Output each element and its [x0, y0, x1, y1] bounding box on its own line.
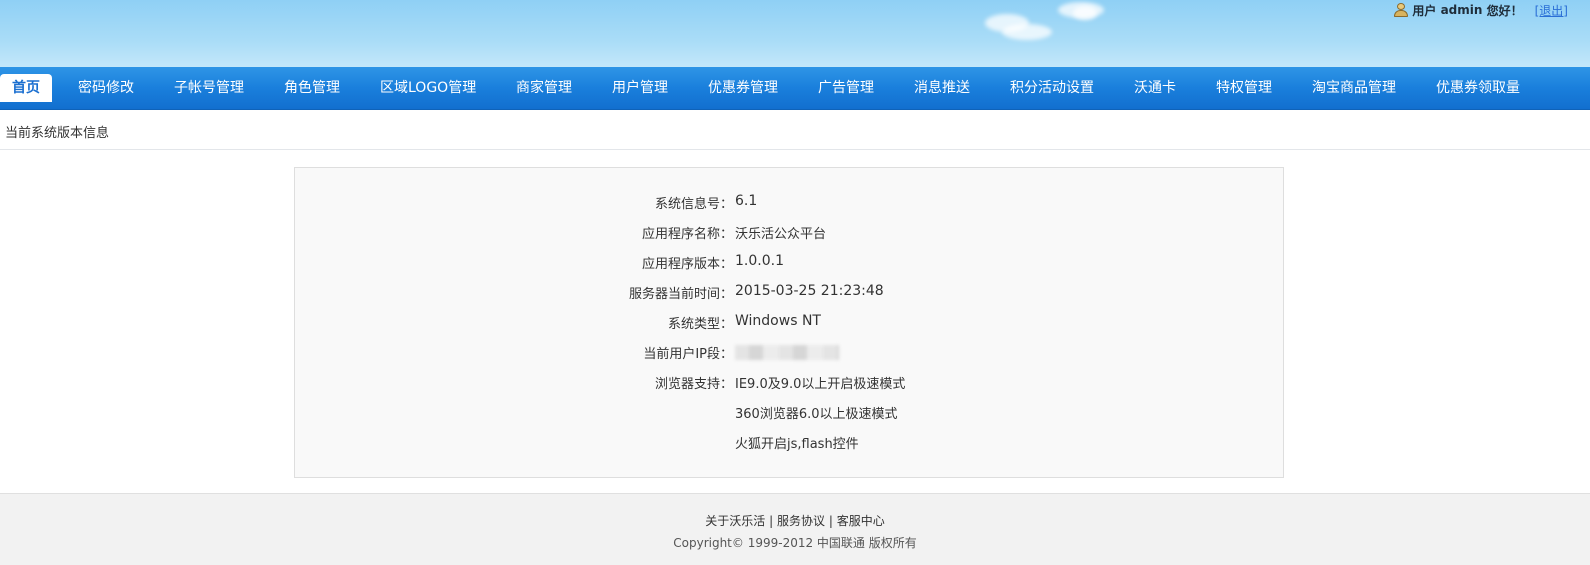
browser-label: 浏览器支持：: [654, 377, 733, 392]
user-icon: [1393, 3, 1409, 17]
info-row-browser-2: 360浏览器6.0以上极速模式: [295, 403, 1285, 423]
browser-support-1: IE9.0及9.0以上开启极速模式: [735, 377, 906, 392]
footer-links: 关于沃乐活 | 服务协议 | 客服中心: [0, 512, 1590, 529]
nav-item-home[interactable]: 首页: [0, 74, 52, 102]
greeting-text: 您好！: [1486, 3, 1523, 18]
nav-item-ads[interactable]: 广告管理: [818, 74, 874, 102]
service-link[interactable]: 客服中心: [837, 514, 885, 528]
agreement-link[interactable]: 服务协议: [777, 514, 825, 528]
nav-item-sub-accounts[interactable]: 子帐号管理: [174, 74, 244, 102]
browser-support-2: 360浏览器6.0以上极速模式: [735, 407, 898, 422]
system-info-value: 6.1: [735, 193, 758, 209]
user-bar: 用户 admin 您好！ [退出]: [1393, 2, 1568, 18]
nav-item-wotong-card[interactable]: 沃通卡: [1134, 74, 1176, 102]
system-info-label: 系统信息号：: [654, 197, 733, 212]
app-version-value: 1.0.0.1: [735, 253, 784, 269]
nav-item-merchants[interactable]: 商家管理: [516, 74, 572, 102]
info-row-ip: 当前用户IP段：: [295, 343, 1285, 363]
info-row-app-name: 应用程序名称： 沃乐活公众平台: [295, 223, 1285, 243]
header-banner: 用户 admin 您好！ [退出]: [0, 0, 1590, 67]
ip-value-redacted: [735, 345, 839, 360]
nav-item-roles[interactable]: 角色管理: [284, 74, 340, 102]
nav-item-coupon-claims[interactable]: 优惠券领取量: [1436, 74, 1520, 102]
username: admin: [1440, 3, 1483, 17]
breadcrumb: 当前系统版本信息: [0, 110, 1590, 150]
app-version-label: 应用程序版本：: [641, 257, 733, 272]
system-info-panel: 系统信息号： 6.1 应用程序名称： 沃乐活公众平台 应用程序版本： 1.0.0…: [294, 167, 1284, 478]
nav-item-push[interactable]: 消息推送: [914, 74, 970, 102]
about-link[interactable]: 关于沃乐活: [705, 514, 765, 528]
server-time-label: 服务器当前时间：: [628, 287, 733, 302]
ip-label: 当前用户IP段：: [643, 347, 733, 362]
nav-item-taobao[interactable]: 淘宝商品管理: [1312, 74, 1396, 102]
info-row-system: 系统信息号： 6.1: [295, 193, 1285, 213]
info-row-app-version: 应用程序版本： 1.0.0.1: [295, 253, 1285, 273]
info-row-server-time: 服务器当前时间： 2015-03-25 21:23:48: [295, 283, 1285, 303]
footer-separator: |: [769, 514, 774, 528]
os-label: 系统类型：: [667, 317, 733, 332]
server-time-value: 2015-03-25 21:23:48: [735, 283, 884, 299]
copyright-text: Copyright© 1999-2012 中国联通 版权所有: [673, 536, 917, 550]
info-row-os: 系统类型： Windows NT: [295, 313, 1285, 333]
nav-item-password[interactable]: 密码修改: [78, 74, 134, 102]
page-title: 当前系统版本信息: [5, 126, 110, 141]
logout-link[interactable]: [退出]: [1535, 2, 1568, 19]
main-nav: 首页 密码修改 子帐号管理 角色管理 区域LOGO管理 商家管理 用户管理 优惠…: [0, 67, 1590, 110]
footer: 关于沃乐活 | 服务协议 | 客服中心 Copyright© 1999-2012…: [0, 493, 1590, 565]
os-value: Windows NT: [735, 313, 821, 329]
nav-item-coupons[interactable]: 优惠券管理: [708, 74, 778, 102]
nav-item-privileges[interactable]: 特权管理: [1216, 74, 1272, 102]
app-name-label: 应用程序名称：: [641, 227, 733, 242]
info-row-browser: 浏览器支持： IE9.0及9.0以上开启极速模式: [295, 373, 1285, 393]
browser-support-3: 火狐开启js,flash控件: [735, 437, 859, 452]
user-prefix: 用户: [1412, 3, 1437, 18]
footer-separator: |: [828, 514, 833, 528]
nav-item-users[interactable]: 用户管理: [612, 74, 668, 102]
nav-item-points[interactable]: 积分活动设置: [1010, 74, 1094, 102]
info-row-browser-3: 火狐开启js,flash控件: [295, 433, 1285, 453]
nav-item-region-logo[interactable]: 区域LOGO管理: [380, 74, 476, 102]
app-name-value: 沃乐活公众平台: [735, 227, 827, 242]
cloud-decoration: [1002, 24, 1052, 40]
cloud-decoration: [1073, 6, 1097, 20]
